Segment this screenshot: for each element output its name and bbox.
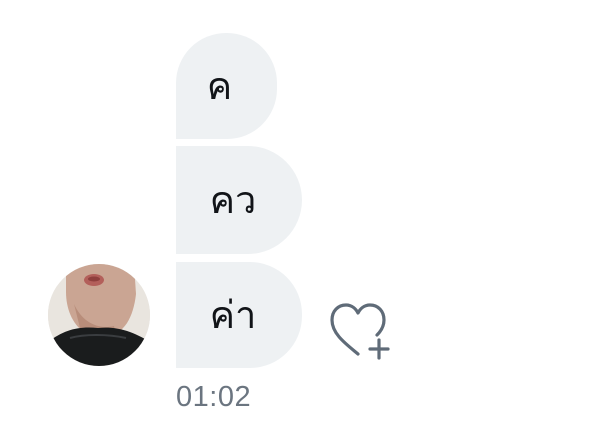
message-bubble[interactable]: ค xyxy=(176,33,277,139)
avatar[interactable] xyxy=(48,264,150,366)
message-text: ค xyxy=(206,64,233,108)
heart-plus-icon[interactable] xyxy=(326,300,398,364)
message-text: ค่า xyxy=(209,293,257,337)
message-text: คว xyxy=(209,178,257,222)
message-bubble[interactable]: คว xyxy=(176,146,302,254)
message-timestamp: 01:02 xyxy=(176,381,252,413)
message-thread: ค คว ค่า 01:02 xyxy=(0,0,609,426)
message-bubble[interactable]: ค่า xyxy=(176,262,302,368)
